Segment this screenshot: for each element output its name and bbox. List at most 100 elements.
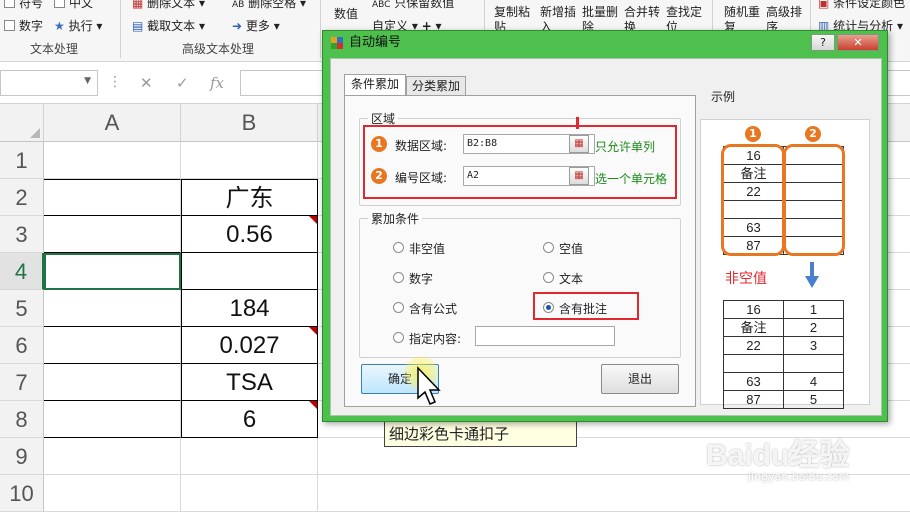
cell-b7[interactable]: TSA (181, 364, 318, 401)
ribbon-delete-space[interactable]: AB 删除空格 ▾ (232, 0, 306, 11)
more-dots-icon: ⋮ (108, 74, 122, 90)
cell-b5[interactable]: 184 (181, 290, 318, 327)
range-picker-button[interactable]: ▦ (569, 135, 589, 153)
radio-specified-label: 指定内容: (409, 332, 462, 346)
radio-empty-label: 空值 (559, 242, 584, 256)
radio-nonempty-label: 非空值 (409, 242, 446, 256)
cell-a7[interactable] (44, 364, 181, 401)
radio-number[interactable] (393, 272, 404, 283)
column-header-a[interactable]: A (44, 104, 181, 142)
arrow-down-icon (805, 262, 819, 288)
ex-cell: 备注 (723, 318, 784, 337)
radio-specified[interactable] (393, 332, 404, 343)
example-condition-label: 非空值 (725, 271, 767, 287)
dialog-title: 自动编号 (349, 35, 402, 50)
ex-cell: 16 (723, 300, 784, 319)
row-header[interactable]: 5 (0, 290, 44, 327)
tab-condition-accumulate[interactable]: 条件累加 (344, 74, 406, 96)
ex-cell: 4 (783, 372, 844, 391)
specified-content-input[interactable] (475, 326, 615, 346)
mouse-cursor-icon (417, 366, 441, 405)
cell-b3[interactable]: 0.56 (181, 216, 318, 253)
number-range-label: 编号区域: (395, 171, 448, 185)
row-header[interactable]: 7 (0, 364, 44, 401)
ribbon-conditional-color[interactable]: ▣ 条件设定颜色 (818, 0, 905, 11)
cell-a1[interactable] (44, 142, 181, 179)
row-header[interactable]: 10 (0, 475, 44, 512)
cell-a6[interactable] (44, 327, 181, 364)
cell-b6[interactable]: 0.027 (181, 327, 318, 364)
cell-a4-selected[interactable] (44, 253, 181, 290)
cut-icon: ▤ (132, 19, 144, 33)
exit-button[interactable]: 退出 (601, 364, 679, 394)
ribbon-number[interactable]: 数字 (4, 17, 43, 34)
fx-icon[interactable]: fx (210, 74, 224, 92)
radio-formula-label: 含有公式 (409, 302, 458, 316)
comment-indicator-icon (309, 327, 317, 335)
group-text-processing: 文本处理 (30, 42, 79, 56)
cell-b2[interactable]: 广东 (181, 179, 318, 216)
row-header[interactable]: 3 (0, 216, 44, 253)
cell-a8[interactable] (44, 401, 181, 438)
range-select-icon: ▦ (574, 138, 584, 149)
help-button[interactable]: ? (811, 34, 835, 51)
radio-nonempty[interactable] (393, 242, 404, 253)
cell-a10[interactable] (44, 475, 181, 512)
column-header-b[interactable]: B (181, 104, 318, 142)
ex-cell (783, 354, 844, 373)
ribbon-symbol[interactable]: 符号 (4, 0, 43, 11)
name-box[interactable]: ▼ (0, 70, 98, 96)
ribbon-divider (320, 0, 321, 58)
ribbon-chinese[interactable]: 中文 (54, 0, 93, 11)
cell-a5[interactable] (44, 290, 181, 327)
cell-b8[interactable]: 6 (181, 401, 318, 438)
close-button[interactable]: ✕ (837, 34, 879, 51)
confirm-icon[interactable]: ✓ (176, 74, 189, 92)
ex-cell: 3 (783, 336, 844, 355)
row-header[interactable]: 6 (0, 327, 44, 364)
ribbon-cut-text[interactable]: ▤ 截取文本 ▾ (132, 17, 205, 34)
cell-b9[interactable] (181, 438, 318, 475)
select-all-corner[interactable] (0, 104, 44, 142)
example-after-table: 16 1 备注 2 22 3 63 4 87 5 (723, 300, 844, 409)
ribbon-more[interactable]: ➜ 更多 ▾ (232, 17, 280, 34)
radio-empty[interactable] (543, 242, 554, 253)
step2-badge: 2 (371, 168, 387, 184)
ribbon-keep-value[interactable]: ABC 只保留数值 (372, 0, 454, 11)
cell-a3[interactable] (44, 216, 181, 253)
example-badge-1: 1 (745, 126, 761, 142)
example-panel: 1 2 16 备注 22 63 87 非空值 16 1 备注 2 22 3 63 4 8… (700, 119, 870, 409)
cell-a9[interactable] (44, 438, 181, 475)
row-header[interactable]: 8 (0, 401, 44, 438)
row-header[interactable]: 2 (0, 179, 44, 216)
tab-category-accumulate[interactable]: 分类累加 (406, 76, 466, 96)
ex-cell: 63 (723, 372, 784, 391)
chevron-down-icon: ▼ (84, 76, 91, 86)
radio-has-comment[interactable] (543, 302, 554, 313)
baidu-watermark-url: jingyan.baidu.com (748, 470, 850, 483)
cell-picker-button[interactable]: ▦ (569, 167, 589, 185)
cell-b1[interactable] (181, 142, 318, 179)
cancel-icon[interactable]: ✕ (140, 74, 153, 92)
ex-cell (723, 354, 784, 373)
row-header[interactable]: 9 (0, 438, 44, 475)
ribbon-execute[interactable]: ★ 执行 ▾ (54, 17, 102, 34)
radio-text[interactable] (543, 272, 554, 283)
row-header[interactable]: 1 (0, 142, 44, 179)
row-header-active[interactable]: 4 (0, 253, 44, 290)
data-range-hint: 只允许单列 (595, 140, 656, 154)
group-advanced-text: 高级文本处理 (182, 42, 255, 56)
tab-panel: 区域 1 数据区域: B2:B8 ▦ 只允许单列 2 编号区域: A2 ▦ 选一… (344, 95, 696, 407)
cell-b4[interactable] (181, 253, 318, 290)
red-marker (576, 117, 579, 129)
delete-icon: ▦ (132, 0, 144, 10)
example-number-highlight (783, 144, 845, 256)
ex-cell: 2 (783, 318, 844, 337)
checkbox-icon (4, 20, 15, 31)
ribbon-delete-text[interactable]: ▦ 删除文本 ▾ (132, 0, 205, 11)
ribbon-value[interactable]: 数值 (334, 5, 358, 22)
cell-b10[interactable] (181, 475, 318, 512)
cell-a2[interactable] (44, 179, 181, 216)
step1-badge: 1 (371, 136, 387, 152)
radio-formula[interactable] (393, 302, 404, 313)
